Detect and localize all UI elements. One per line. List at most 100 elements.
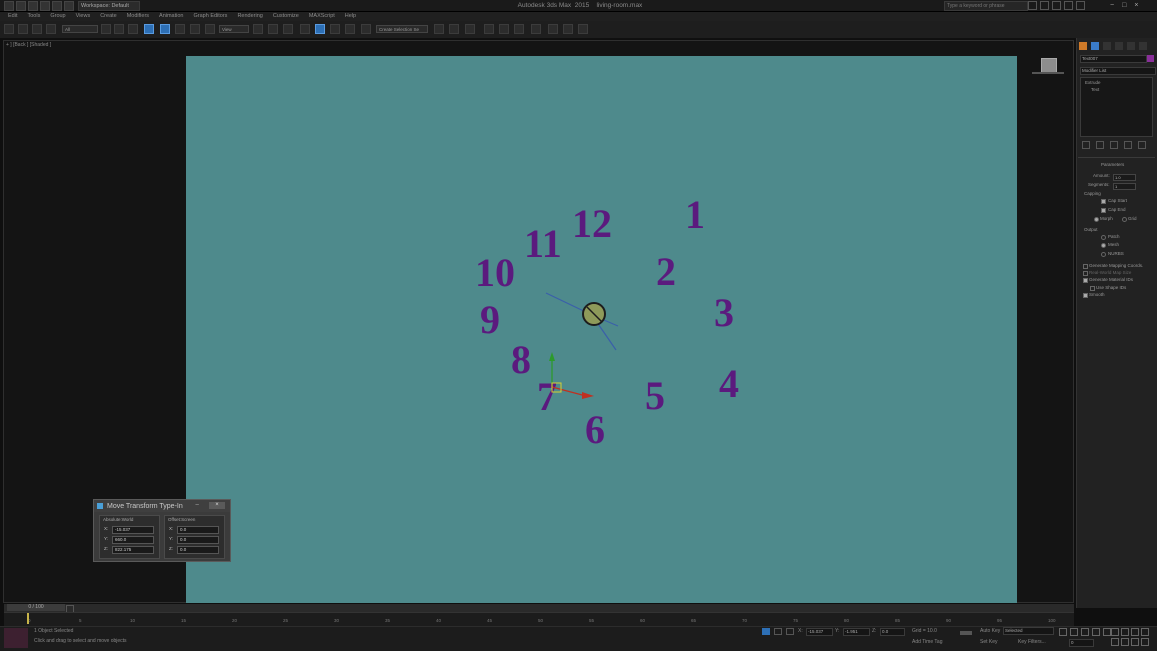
morph-radio[interactable] [1094,217,1099,222]
workspace-dropdown[interactable]: Workspace: Default [78,1,140,11]
pivot-center-icon[interactable] [253,24,263,34]
utilities-tab-icon[interactable] [1139,42,1147,50]
pan-icon[interactable] [1121,638,1129,646]
window-controls[interactable]: − □ × [1110,0,1138,11]
patch-radio[interactable] [1101,235,1106,240]
dialog-minimize-button[interactable]: − [195,501,199,510]
modify-tab-icon[interactable] [1091,42,1099,50]
pin-stack-icon[interactable] [1082,141,1090,149]
zoom-icon[interactable] [1111,628,1119,636]
menu-create[interactable]: Create [100,12,117,21]
generate-material-ids-checkbox[interactable] [1083,278,1088,283]
current-frame-field[interactable]: 0 [1069,639,1094,647]
offset-z-spinner[interactable]: 0.0 [177,546,219,554]
menu-graph-editors[interactable]: Graph Editors [194,12,228,21]
mirror-icon[interactable] [434,24,444,34]
generate-mapping-checkbox[interactable] [1083,264,1088,269]
snaps-toggle-icon[interactable] [300,24,310,34]
rendered-frame-window-icon[interactable] [563,24,573,34]
next-frame-icon[interactable] [1092,628,1100,636]
menu-edit[interactable]: Edit [8,12,17,21]
communication-icon[interactable] [1052,1,1061,10]
layer-explorer-icon[interactable] [465,24,475,34]
offset-x-spinner[interactable]: 0.0 [177,526,219,534]
menu-views[interactable]: Views [76,12,91,21]
display-tab-icon[interactable] [1127,42,1135,50]
save-file-icon[interactable] [40,1,50,11]
lock-selection-icon[interactable] [774,628,782,635]
set-key-button[interactable]: Set Key [980,639,998,646]
dialog-close-button[interactable]: × [209,502,225,509]
field-of-view-icon[interactable] [1111,638,1119,646]
add-time-tag-button[interactable]: Add Time Tag [912,639,942,646]
named-selection-dropdown[interactable]: Create Selection Se [376,25,428,33]
gizmo-x-arrow[interactable] [582,392,594,399]
segments-spinner[interactable]: 1 [1113,183,1136,190]
object-name-field[interactable]: Text007 [1080,55,1147,63]
schematic-view-icon[interactable] [514,24,524,34]
bind-space-warp-icon[interactable] [46,24,56,34]
configure-sets-icon[interactable] [1138,141,1146,149]
time-slider[interactable] [4,604,1074,612]
select-and-rotate-icon[interactable] [175,24,185,34]
smooth-checkbox[interactable] [1083,293,1088,298]
window-crossing-icon[interactable] [144,24,154,34]
reference-coordinate-dropdown[interactable]: View [219,25,249,33]
zoom-extents-icon[interactable] [1131,628,1139,636]
y-coordinate-field[interactable]: -1.951 [843,628,870,636]
quick-access-toolbar[interactable] [4,1,74,11]
maximize-button[interactable]: □ [1122,0,1126,11]
close-button[interactable]: × [1134,0,1138,11]
app-menu-icon[interactable] [4,1,14,11]
viewport-label[interactable]: + ] [Back ] [Shaded ] [6,42,51,48]
nurbs-radio[interactable] [1101,252,1106,257]
menu-help[interactable]: Help [345,12,356,21]
align-icon[interactable] [449,24,459,34]
abs-y-spinner[interactable]: 660.0 [112,536,154,544]
rect-selection-icon[interactable] [128,24,138,34]
material-editor-icon[interactable] [531,24,541,34]
select-manipulate-icon[interactable] [268,24,278,34]
keyboard-shortcut-icon[interactable] [283,24,293,34]
use-shape-ids-checkbox[interactable] [1090,286,1095,291]
key-mode-dropdown[interactable]: Selected [1003,627,1054,635]
key-filters-button[interactable]: Key Filters... [1018,639,1046,646]
offset-y-spinner[interactable]: 0.0 [177,536,219,544]
real-world-map-checkbox[interactable] [1083,271,1088,276]
make-unique-icon[interactable] [1110,141,1118,149]
unlink-icon[interactable] [32,24,42,34]
current-frame-marker[interactable] [27,613,29,624]
gizmo-y-arrow[interactable] [549,352,555,361]
select-and-move-icon[interactable] [160,24,170,34]
select-and-scale-icon[interactable] [190,24,200,34]
menu-customize[interactable]: Customize [273,12,299,21]
angle-snap-icon[interactable] [315,24,325,34]
time-slider-handle[interactable]: 0 / 100 [7,604,65,611]
menu-animation[interactable]: Animation [159,12,183,21]
menu-maxscript[interactable]: MAXScript [309,12,335,21]
edit-named-selection-icon[interactable] [361,24,371,34]
selection-filter-dropdown[interactable]: All [62,25,98,33]
maximize-viewport-icon[interactable] [1141,638,1149,646]
x-coordinate-field[interactable]: -15.037 [806,628,833,636]
absolute-mode-icon[interactable] [786,628,794,635]
remove-modifier-icon[interactable] [1124,141,1132,149]
modifier-stack-item-text[interactable]: Text [1091,87,1099,93]
abs-z-spinner[interactable]: 822.175 [112,546,154,554]
render-setup-icon[interactable] [548,24,558,34]
select-object-icon[interactable] [101,24,111,34]
go-to-end-icon[interactable] [1103,628,1111,636]
zoom-all-icon[interactable] [1121,628,1129,636]
graphite-ribbon-icon[interactable] [484,24,494,34]
previous-frame-icon[interactable] [1070,628,1078,636]
object-color-swatch[interactable] [1147,55,1154,62]
new-file-icon[interactable] [16,1,26,11]
amount-spinner[interactable]: 1.0 [1113,174,1136,181]
maxscript-listener-icon[interactable] [4,628,28,648]
open-file-icon[interactable] [28,1,38,11]
zoom-extents-all-icon[interactable] [1141,628,1149,636]
binoculars-icon[interactable] [1028,1,1037,10]
cap-start-checkbox[interactable] [1101,199,1106,204]
z-coordinate-field[interactable]: 0.0 [880,628,905,636]
infocenter-icons[interactable] [1028,1,1085,10]
